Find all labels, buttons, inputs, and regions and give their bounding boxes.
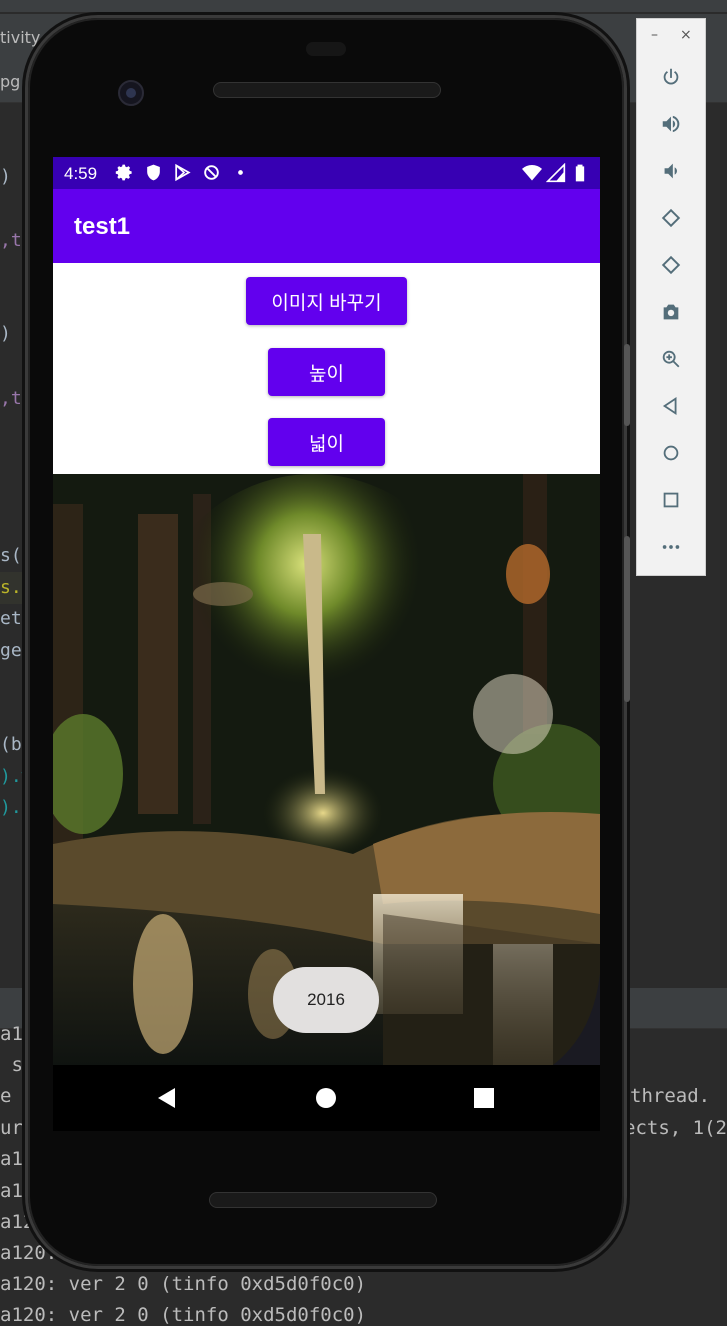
rotate-left-button[interactable]	[657, 204, 685, 232]
toast-message: 2016	[273, 967, 379, 1033]
console-line: a120: ver 2 0 (tinfo 0xd5d0f0c0)	[0, 1304, 367, 1326]
camera-icon	[663, 304, 679, 320]
emulator-back-button[interactable]	[657, 392, 685, 420]
height-button[interactable]: 높이	[268, 348, 385, 396]
console-line: a12	[0, 1211, 35, 1233]
code-line: )	[0, 323, 11, 344]
rotate-right-button[interactable]	[657, 251, 685, 279]
width-button[interactable]: 넓이	[268, 418, 385, 466]
volume-up-icon	[662, 115, 680, 133]
home-icon	[663, 445, 679, 461]
app-title: test1	[74, 213, 131, 240]
console-line: thread.	[630, 1085, 711, 1107]
console-line: a120: ver 2 0 (tinfo 0xd5d0f0c0)	[0, 1273, 367, 1295]
volume-down-button[interactable]	[657, 157, 685, 185]
console-line: ects, 1(2	[624, 1117, 727, 1139]
overview-icon	[663, 492, 679, 508]
bottom-speaker	[209, 1192, 437, 1208]
back-icon	[158, 1088, 175, 1108]
battery-icon	[575, 164, 585, 182]
recents-button[interactable]	[469, 1083, 499, 1113]
minimize-button[interactable]: –	[651, 27, 658, 43]
navigation-bar	[53, 1065, 600, 1131]
zoom-icon	[662, 350, 680, 368]
power-button[interactable]	[657, 63, 685, 91]
back-button[interactable]	[152, 1083, 182, 1113]
ide-menu-bar	[0, 0, 727, 12]
more-icon	[662, 545, 680, 549]
shield-icon	[147, 164, 160, 181]
settings-icon	[115, 164, 132, 181]
close-button[interactable]: ×	[680, 27, 692, 43]
home-icon	[316, 1088, 336, 1108]
rotate-right-icon	[661, 255, 681, 275]
status-bar: 4:59	[53, 157, 600, 189]
more-button[interactable]	[657, 533, 685, 561]
phone-side-button	[624, 344, 630, 426]
app-bar: test1	[53, 189, 600, 263]
home-button[interactable]	[311, 1083, 341, 1113]
screenshot-button[interactable]	[657, 298, 685, 326]
volume-up-button[interactable]	[657, 110, 685, 138]
device-screen: 4:59 test1 이미지 바꾸기 높이 넓이 2016	[53, 157, 600, 1065]
recents-icon	[474, 1088, 494, 1108]
ide-breadcrumb[interactable]: tivity	[0, 28, 40, 47]
power-icon	[663, 68, 679, 85]
signal-icon	[546, 163, 566, 183]
dot-icon	[238, 170, 243, 175]
proximity-sensor	[306, 42, 346, 56]
wifi-icon	[522, 165, 542, 181]
emulator-control-panel: – ×	[636, 18, 706, 576]
volume-down-icon	[664, 163, 677, 179]
status-time: 4:59	[64, 164, 98, 183]
ide-tab[interactable]: pg	[0, 72, 20, 91]
earpiece-speaker	[213, 82, 441, 98]
sync-icon	[204, 165, 219, 180]
zoom-button[interactable]	[657, 345, 685, 373]
change-image-button[interactable]: 이미지 바꾸기	[246, 277, 407, 325]
notification-icons	[115, 163, 250, 182]
system-icons	[522, 163, 590, 183]
phone-side-button	[624, 536, 630, 702]
front-camera	[118, 80, 144, 106]
code-line: )	[0, 166, 11, 187]
back-icon	[662, 396, 677, 416]
rotate-left-icon	[661, 208, 681, 228]
emulator-overview-button[interactable]	[657, 486, 685, 514]
emulator-home-button[interactable]	[657, 439, 685, 467]
play-store-icon	[175, 163, 191, 182]
